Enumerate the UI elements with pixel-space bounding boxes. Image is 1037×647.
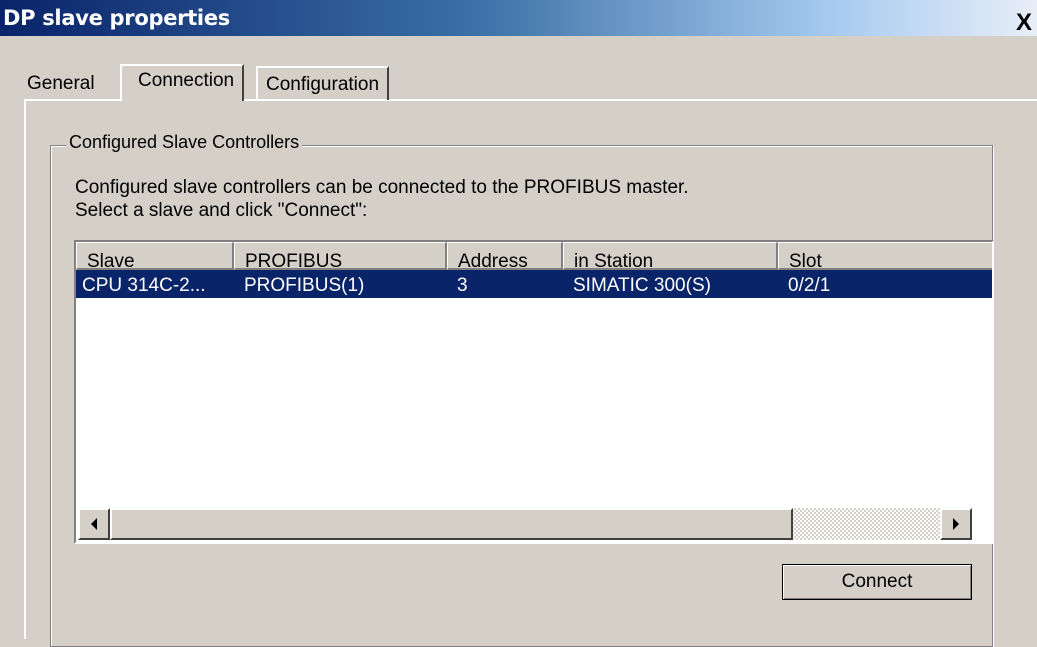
group-legend: Configured Slave Controllers bbox=[66, 132, 303, 153]
close-icon[interactable]: X bbox=[1016, 11, 1037, 36]
title-bar: DP slave properties X bbox=[0, 0, 1037, 36]
tab-configuration[interactable]: Configuration bbox=[256, 66, 390, 100]
description-line-1: Configured slave controllers can be conn… bbox=[75, 177, 689, 198]
tab-connection[interactable]: Connection bbox=[120, 64, 245, 101]
column-header-profibus[interactable]: PROFIBUS bbox=[234, 242, 447, 270]
horizontal-scrollbar[interactable] bbox=[78, 508, 972, 540]
cell-in-station: SIMATIC 300(S) bbox=[573, 275, 711, 296]
cell-slot: 0/2/1 bbox=[788, 275, 831, 296]
tab-general[interactable]: General bbox=[27, 73, 95, 99]
scroll-left-button[interactable] bbox=[78, 508, 110, 540]
column-header-slave[interactable]: Slave bbox=[76, 242, 234, 270]
table-row[interactable]: CPU 314C-2... PROFIBUS(1) 3 SIMATIC 300(… bbox=[76, 270, 992, 298]
window-title: DP slave properties bbox=[3, 6, 230, 30]
description-line-2: Select a slave and click "Connect": bbox=[75, 200, 368, 221]
connect-button[interactable]: Connect bbox=[782, 564, 972, 600]
scroll-right-button[interactable] bbox=[940, 508, 972, 540]
arrow-left-icon bbox=[91, 518, 97, 530]
cell-address: 3 bbox=[457, 275, 468, 296]
column-header-address[interactable]: Address bbox=[447, 242, 563, 270]
arrow-right-icon bbox=[953, 518, 959, 530]
slave-list[interactable]: Slave PROFIBUS Address in Station Slot C… bbox=[74, 240, 994, 544]
cell-profibus: PROFIBUS(1) bbox=[244, 275, 365, 296]
column-header-slot[interactable]: Slot bbox=[778, 242, 992, 270]
cell-slave: CPU 314C-2... bbox=[82, 275, 206, 296]
column-header-in-station[interactable]: in Station bbox=[563, 242, 778, 270]
scroll-thumb[interactable] bbox=[110, 508, 793, 540]
